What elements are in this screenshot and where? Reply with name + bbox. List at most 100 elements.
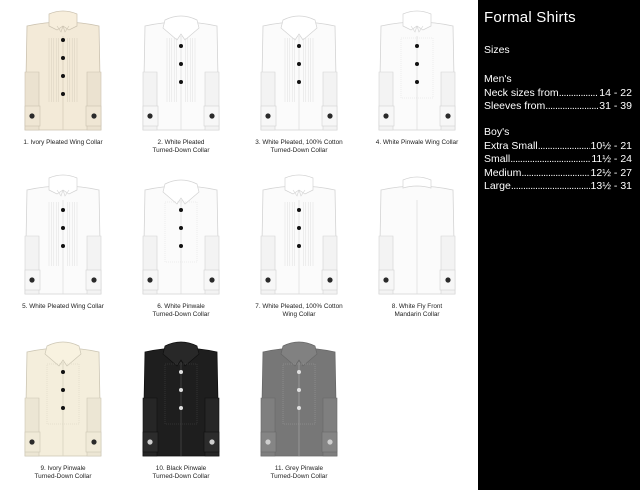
leader-dots (538, 140, 590, 154)
stud-icon (179, 226, 183, 230)
sizes-heading: Sizes (484, 44, 510, 56)
stud-icon (179, 244, 183, 248)
size-value: 13½ - 31 (590, 180, 632, 192)
shirt-item[interactable]: 10. Black Pinwale Turned-Down Collar (122, 332, 240, 481)
shirt-item[interactable]: 9. Ivory Pinwale Turned-Down Collar (4, 332, 122, 481)
size-value: 14 - 22 (599, 86, 632, 99)
shirt-image (142, 341, 220, 457)
stud-icon (61, 370, 65, 374)
shirt-image (260, 341, 338, 457)
stud-icon (61, 226, 65, 230)
stud-icon (179, 406, 183, 410)
size-label: Sleeves from (484, 100, 546, 112)
stud-icon (61, 38, 65, 42)
stud-icon (61, 92, 65, 96)
size-label: Neck sizes from (484, 86, 559, 99)
size-row: Neck sizes from 14 - 22 (484, 87, 632, 101)
stud-icon (297, 44, 301, 48)
stud-icon (415, 80, 419, 84)
size-value: 31 - 39 (599, 100, 632, 112)
shirt-item[interactable]: 3. White Pleated, 100% Cotton Turned-Down… (240, 6, 358, 155)
cufflink-icon (327, 113, 333, 119)
stud-icon (297, 226, 301, 230)
stud-icon (297, 244, 301, 248)
boys-heading: Boy's (484, 126, 510, 138)
shirt-item[interactable]: 1. Ivory Pleated Wing Collar (4, 6, 122, 147)
stud-icon (297, 62, 301, 66)
size-label: Extra Small (484, 139, 538, 152)
collar (402, 176, 432, 189)
panel-title: Formal Shirts (484, 9, 576, 26)
size-row: Small 11½ - 24 (484, 153, 632, 167)
shirt-caption: 4. White Pinwale Wing Collar (375, 139, 459, 146)
cufflink-icon (29, 439, 35, 445)
stud-icon (61, 388, 65, 392)
stud-icon (179, 44, 183, 48)
stud-icon (179, 370, 183, 374)
leader-dots (511, 180, 590, 194)
size-label: Small (484, 153, 511, 165)
shirt-item[interactable]: 6. White Pinwale Turned-Down Collar (122, 170, 240, 319)
shirt-catalog-grid: 1. Ivory Pleated Wing Collar 2. White Ple… (0, 0, 478, 490)
shirt-image (378, 176, 456, 295)
shirt-image (260, 174, 338, 295)
cufflink-icon (91, 439, 97, 445)
cufflink-icon (147, 439, 153, 445)
stud-icon (415, 44, 419, 48)
shirt-item[interactable]: 5. White Pleated Wing Collar (4, 170, 122, 311)
size-value: 10½ - 21 (590, 139, 632, 152)
stud-icon (297, 388, 301, 392)
shirt-item[interactable]: 4. White Pinwale Wing Collar (358, 6, 476, 147)
shirt-image (260, 15, 338, 131)
shirt-image (142, 15, 220, 131)
size-label: Medium (484, 166, 522, 179)
shirt-item[interactable]: 7. White Pleated, 100% Cotton Wing Collar (240, 170, 358, 319)
cufflink-icon (265, 439, 271, 445)
size-row: Extra Small 10½ - 21 (484, 140, 632, 154)
stud-icon (415, 62, 419, 66)
shirt-caption: 5. White Pleated Wing Collar (22, 303, 104, 310)
stud-icon (61, 56, 65, 60)
shirt-caption: 7. White Pleated, 100% Cotton Wing Collar (255, 303, 343, 318)
shirt-item[interactable]: 2. White Pleated Turned-Down Collar (122, 6, 240, 155)
shirt-caption: 6. White Pinwale Turned-Down Collar (152, 303, 210, 318)
size-row: Medium 12½ - 27 (484, 167, 632, 181)
cufflink-icon (209, 113, 215, 119)
shirt-image (378, 10, 456, 131)
shirt-caption: 3. White Pleated, 100% Cotton Turned-Down… (255, 139, 343, 154)
shirt-image (24, 10, 102, 131)
cufflink-icon (265, 113, 271, 119)
cufflink-icon (29, 113, 35, 119)
mens-heading: Men's (484, 73, 512, 85)
stud-icon (61, 406, 65, 410)
stud-icon (61, 74, 65, 78)
shirt-caption: 2. White Pleated Turned-Down Collar (152, 139, 210, 154)
boys-size-group: Boy's Extra Small 10½ - 21 Small 11½ - 24… (484, 126, 632, 194)
mens-size-group: Men's Neck sizes from 14 - 22 Sleeves fro… (484, 73, 632, 114)
size-value: 12½ - 27 (590, 166, 632, 179)
size-info-panel: Formal Shirts Sizes Men's Neck sizes fro… (478, 0, 640, 490)
stud-icon (179, 80, 183, 84)
size-value: 11½ - 24 (591, 153, 632, 165)
size-label: Large (484, 180, 511, 192)
shirt-item[interactable]: 11. Grey Pinwale Turned-Down Collar (240, 332, 358, 481)
cufflink-icon (265, 277, 271, 283)
leader-dots (559, 87, 599, 101)
stud-icon (179, 62, 183, 66)
shirt-caption: 8. White Fly Front Mandarin Collar (391, 303, 443, 318)
cufflink-icon (445, 277, 451, 283)
cufflink-icon (209, 439, 215, 445)
shirt-item[interactable]: 8. White Fly Front Mandarin Collar (358, 170, 476, 319)
cufflink-icon (91, 277, 97, 283)
stud-icon (179, 208, 183, 212)
cufflink-icon (383, 113, 389, 119)
leader-dots (510, 153, 590, 167)
size-row: Large 13½ - 31 (484, 180, 632, 194)
stud-icon (61, 208, 65, 212)
cufflink-icon (147, 277, 153, 283)
cufflink-icon (327, 277, 333, 283)
shirt-image (24, 174, 102, 295)
stud-icon (297, 208, 301, 212)
cufflink-icon (91, 113, 97, 119)
stud-icon (179, 388, 183, 392)
